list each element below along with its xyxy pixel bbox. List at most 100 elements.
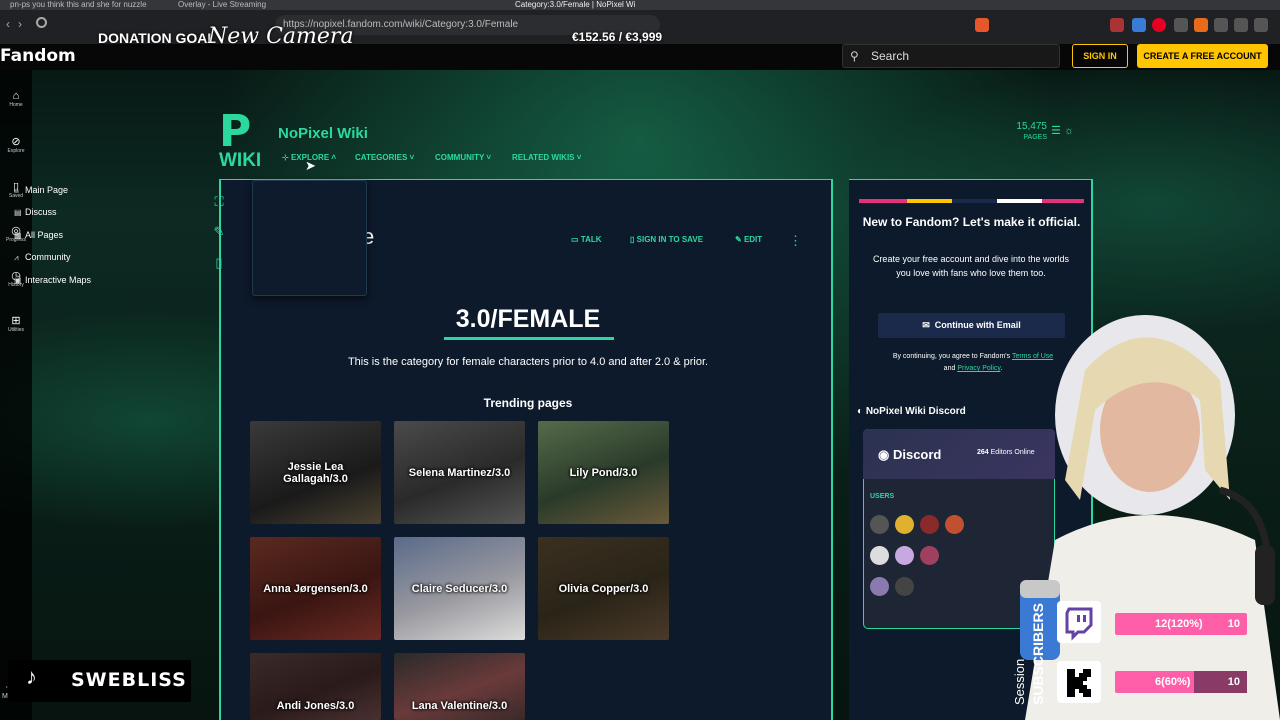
avatar[interactable] [870,577,889,596]
dropdown-label: Interactive Maps [25,275,92,285]
discuss-icon: ▤ [14,208,22,217]
trending-card[interactable]: Jessie Lea Gallagah/3.0 [250,421,381,524]
bookmark-icon: ▯ [630,235,635,244]
promo-stripes [859,199,1084,203]
browser-tab[interactable]: Overlay - Live Streaming [178,0,298,10]
donation-goal-amount: €152.56 / €3,999 [572,30,663,44]
nav-community[interactable]: COMMUNITY ˅ [435,153,491,162]
community-icon: ⩘ [14,253,19,262]
nav-categories[interactable]: CATEGORIES ˅ [355,153,414,162]
discord-title-text: NoPixel Wiki Discord [865,406,966,417]
twitch-subs-goal: 10 [1227,618,1240,630]
heading-underline [444,337,614,340]
trending-card-label: Anna Jørgensen/3.0 [263,582,368,595]
edit-label: EDIT [743,235,763,244]
rail-label: Utilities [7,327,25,333]
forward-icon[interactable]: › [18,17,22,31]
global-navigation-rail [0,70,32,720]
kick-subs-value: 6(60%) [1155,676,1191,688]
trending-card-label: Jessie Lea Gallagah/3.0 [283,460,348,485]
wiki-menu-icon[interactable]: ☰ [1051,125,1061,137]
rail-home[interactable]: ⌂ Home [0,90,32,108]
music-icon[interactable] [1234,18,1248,32]
browser-tab-active[interactable]: Category:3.0/Female | NoPixel Wiki [515,0,635,10]
rail-label: Home [9,102,23,108]
rail-utilities[interactable]: ⊞ Utilities [0,314,32,333]
explore-dropdown [252,180,367,296]
donation-goal-title: New Camera [208,24,354,49]
brave-shield-icon[interactable] [975,18,989,32]
twitch-subs-bar: 12(120%) 10 [1115,613,1247,635]
kick-icon [1057,661,1101,703]
dropdown-item-community[interactable]: ⩘ Community [14,252,71,263]
pencil-icon: ✎ [735,235,742,244]
discord-brand-text: Discord [892,447,942,462]
nav-related-wikis[interactable]: RELATED WIKIS ˅ [512,153,581,162]
trending-card-label: Olivia Copper/3.0 [558,582,649,595]
extension-icon[interactable] [1194,18,1208,32]
menu-icon[interactable] [1254,18,1268,32]
extension-icon[interactable] [1174,18,1188,32]
session-subscribers-label: Session SUBSCRIBERS [1012,603,1060,705]
subscribers-word: SUBSCRIBERS [1030,603,1046,705]
pinterest-icon[interactable] [1152,18,1166,32]
dropdown-item-interactive-maps[interactable]: ▣ Interactive Maps [14,275,91,285]
avatar[interactable] [870,546,889,565]
trending-card-label: Claire Seducer/3.0 [411,582,508,595]
avatar[interactable] [945,515,964,534]
nav-label: RELATED WIKIS [512,153,575,162]
avatar[interactable] [895,546,914,565]
discord-icon: ◐ [857,406,864,417]
more-options-icon[interactable]: ⋮ [789,233,802,249]
bookmark-icon[interactable]: ▯ [205,255,233,279]
wiki-logo[interactable]: P WIKI [219,106,269,172]
fandom-logo[interactable]: Fandom [0,46,76,66]
trending-card[interactable]: Olivia Copper/3.0 [538,537,669,640]
kick-subs-goal: 10 [1227,676,1240,688]
talk-button[interactable]: ▭ TALK [571,235,602,244]
mail-icon: ✉ [922,320,930,330]
discord-logo-icon: ◉ [878,447,890,462]
puzzle-icon[interactable] [1214,18,1228,32]
avatar[interactable] [870,515,889,534]
trending-card[interactable]: Selena Martinez/3.0 [394,421,525,524]
trending-card-label: Andi Jones/3.0 [276,700,355,712]
rail-explore[interactable]: ⊘ Explore [0,135,32,154]
search-icon: ⚲ [850,49,859,63]
trending-card[interactable]: Andi Jones/3.0 [250,653,381,720]
avatar[interactable] [920,546,939,565]
trending-card[interactable]: Anna Jørgensen/3.0 [250,537,381,640]
avatar[interactable] [895,577,914,596]
extension-icon[interactable] [1110,18,1124,32]
expand-icon[interactable]: ⛶ [205,194,233,218]
avatar[interactable] [920,515,939,534]
pencil-icon[interactable]: ✎ [205,224,233,248]
extension-icon[interactable] [1132,18,1146,32]
edit-button[interactable]: ✎ EDIT [735,235,762,244]
search-input[interactable]: Search [842,44,1060,68]
create-account-button[interactable]: CREATE A FREE ACCOUNT [1137,44,1268,68]
dropdown-item-all-pages[interactable]: ▦ All Pages [14,230,63,240]
avatar[interactable] [895,515,914,534]
trending-card-label: Lily Pond/3.0 [569,466,638,479]
back-icon[interactable]: ‹ [6,17,10,31]
dropdown-label: Discuss [25,207,57,217]
trending-card[interactable]: Lana Valentine/3.0 [394,653,525,720]
trending-card[interactable]: Lily Pond/3.0 [538,421,669,524]
home-icon: ⌂ [12,90,20,102]
mouse-cursor: ➤ [305,158,316,173]
talk-label: TALK [580,235,602,244]
browser-tab[interactable]: pn-ps you think this and she for nuzzle [10,0,160,10]
twitch-subs-value: 12(120%) [1155,618,1203,630]
category-description: This is the category for female characte… [347,356,709,368]
reload-icon[interactable] [36,17,47,28]
promo-heading: New to Fandom? Let's make it official. [862,215,1081,229]
dropdown-item-discuss[interactable]: ▤ Discuss [14,207,57,217]
trending-card[interactable]: Claire Seducer/3.0 [394,537,525,640]
sign-in-to-save-button[interactable]: ▯ SIGN IN TO SAVE [630,235,703,244]
wiki-name[interactable]: NoPixel Wiki [278,125,368,142]
dropdown-item-main-page[interactable]: ⌂ Main Page [14,185,68,195]
sign-in-button[interactable]: SIGN IN [1072,44,1128,68]
kick-subs-bar: 6(60%) 10 [1115,671,1247,693]
wiki-theme-icon[interactable]: ☼ [1064,125,1074,137]
